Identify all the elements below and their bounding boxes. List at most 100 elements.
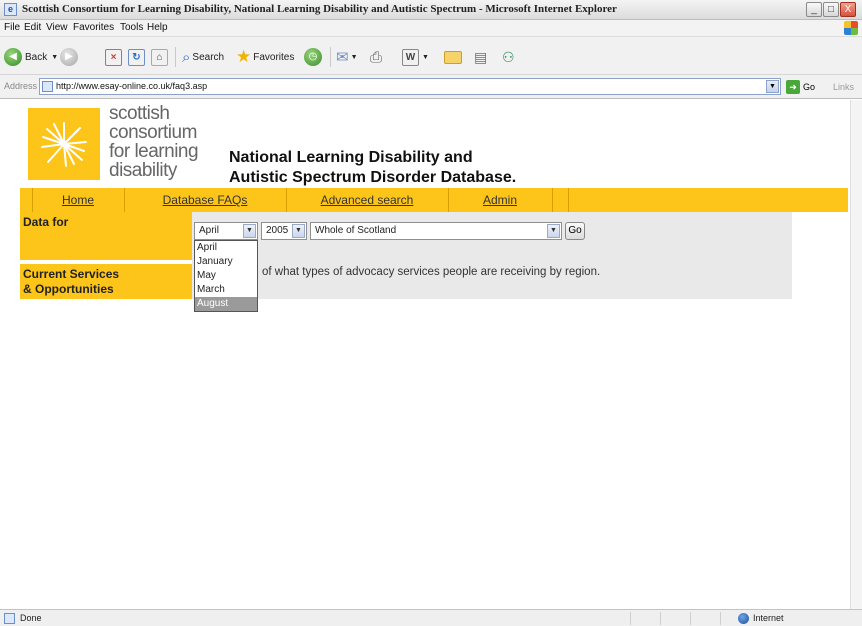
status-divider (690, 612, 691, 625)
nav-divider (552, 188, 553, 212)
menu-favorites[interactable]: Favorites (73, 22, 114, 33)
address-bar: Address http://www.esay-online.co.uk/faq… (0, 75, 862, 99)
chevron-down-icon[interactable]: ▼ (243, 224, 256, 238)
mail-button[interactable]: ✉ ▼ (336, 47, 358, 67)
page-icon (42, 81, 53, 92)
history-icon: ◷ (304, 48, 322, 66)
status-divider (660, 612, 661, 625)
menu-view[interactable]: View (46, 22, 68, 33)
month-option[interactable]: May (195, 269, 257, 283)
back-label: Back (25, 51, 48, 63)
nav-divider (568, 188, 569, 212)
chevron-down-icon[interactable]: ▼ (547, 224, 560, 238)
stop-icon: × (105, 48, 122, 66)
month-option[interactable]: March (195, 283, 257, 297)
favorites-label: Favorites (253, 51, 295, 63)
nav-advanced-search[interactable]: Advanced search (286, 188, 448, 212)
address-url: http://www.esay-online.co.uk/faq3.asp (56, 81, 208, 91)
search-label: Search (192, 51, 225, 63)
consortium-logo (28, 108, 100, 180)
print-icon: ⎙ (370, 48, 383, 66)
history-button[interactable]: ◷ (304, 47, 325, 67)
chevron-down-icon: ▼ (350, 53, 358, 61)
address-label: Address (4, 81, 38, 91)
month-select[interactable]: April ▼ (194, 222, 258, 240)
menu-edit[interactable]: Edit (24, 22, 41, 33)
close-button[interactable]: X (840, 2, 856, 17)
security-zone: Internet (753, 613, 784, 623)
print-button[interactable]: ⎙ (370, 47, 382, 67)
go-arrow-icon: ➜ (786, 80, 800, 94)
folder-icon (444, 50, 462, 64)
edit-button[interactable]: W ▼ (402, 47, 429, 67)
logo-line: for learning (109, 141, 199, 162)
go-button[interactable]: Go (565, 222, 585, 240)
status-divider (630, 612, 631, 625)
current-services-label-line: & Opportunities (23, 282, 114, 296)
address-go-button[interactable]: ➜ Go (786, 79, 815, 95)
minimize-button[interactable]: _ (806, 2, 822, 17)
menu-bar: File Edit View Favorites Tools Help (0, 20, 862, 37)
maximize-button[interactable]: □ (823, 2, 839, 17)
month-option-highlighted[interactable]: August (195, 297, 257, 311)
nav-admin[interactable]: Admin (448, 188, 552, 212)
nav-home[interactable]: Home (32, 188, 124, 212)
page-title: National Learning Disability and Autisti… (229, 148, 516, 188)
home-button[interactable]: ⌂ (151, 47, 168, 67)
page-done-icon (4, 613, 15, 624)
forward-button[interactable]: ▶ (60, 47, 81, 67)
region-select[interactable]: Whole of Scotland ▼ (310, 222, 562, 240)
current-services-label: Current Services & Opportunities (20, 264, 192, 299)
month-select-value: April (199, 225, 220, 236)
go-label: Go (803, 82, 816, 92)
refresh-icon: ↻ (128, 48, 145, 66)
search-icon: ⌕ (182, 48, 191, 66)
region-select-value: Whole of Scotland (315, 225, 397, 236)
folder-button[interactable] (444, 47, 462, 67)
address-input[interactable]: http://www.esay-online.co.uk/faq3.asp ▼ (39, 78, 781, 95)
month-option[interactable]: January (195, 255, 257, 269)
vertical-scrollbar[interactable] (850, 100, 862, 609)
year-select[interactable]: 2005 ▼ (261, 222, 307, 240)
refresh-button[interactable]: ↻ (128, 47, 145, 67)
mail-icon: ✉ (336, 49, 349, 66)
menu-help[interactable]: Help (147, 22, 168, 33)
page-viewport: scottish consortium for learning disabil… (0, 100, 850, 609)
search-button[interactable]: ⌕ Search (182, 47, 224, 67)
status-text: Done (20, 613, 42, 623)
home-icon: ⌂ (151, 48, 168, 66)
menu-file[interactable]: File (4, 22, 20, 33)
ie-icon: e (4, 3, 17, 16)
back-arrow-icon: ◀ (4, 48, 22, 66)
section-description: of what types of advocacy services peopl… (262, 266, 601, 278)
favorites-button[interactable]: ★ Favorites (236, 47, 294, 67)
stop-button[interactable]: × (105, 47, 122, 67)
browser-toolbar: ◀ Back ▼ ▶ × ↻ ⌂ ⌕ Search ★ Favorites ◷ … (0, 37, 862, 75)
windows-logo-icon (844, 21, 858, 35)
links-toolbar-button[interactable]: Links (833, 82, 854, 92)
research-button[interactable]: ▤ (474, 47, 487, 67)
data-for-label: Data for (20, 212, 192, 260)
messenger-button[interactable]: ⚇ (502, 47, 515, 67)
current-services-label-line: Current Services (23, 267, 120, 281)
logo-line: scottish (109, 103, 170, 124)
edit-page-icon: W (402, 48, 419, 66)
site-nav: Home Database FAQs Advanced search Admin (20, 188, 848, 212)
back-button[interactable]: ◀ Back ▼ (4, 47, 58, 67)
logo-line: disability (109, 160, 177, 181)
chevron-down-icon: ▼ (422, 53, 429, 61)
year-select-value: 2005 (266, 225, 289, 236)
messenger-icon: ⚇ (502, 48, 515, 65)
menu-tools[interactable]: Tools (120, 22, 143, 33)
status-divider (720, 612, 721, 625)
month-dropdown-list: April January May March August (194, 240, 258, 312)
month-option[interactable]: April (195, 241, 257, 255)
toolbar-separator (175, 47, 176, 67)
logo-line: consortium (109, 122, 197, 143)
nav-database-faqs[interactable]: Database FAQs (124, 188, 286, 212)
starburst-icon (41, 122, 87, 167)
chevron-down-icon[interactable]: ▼ (292, 224, 305, 238)
internet-globe-icon (738, 613, 749, 624)
address-dropdown-button[interactable]: ▼ (766, 80, 779, 93)
window-title-bar: e Scottish Consortium for Learning Disab… (0, 0, 862, 20)
